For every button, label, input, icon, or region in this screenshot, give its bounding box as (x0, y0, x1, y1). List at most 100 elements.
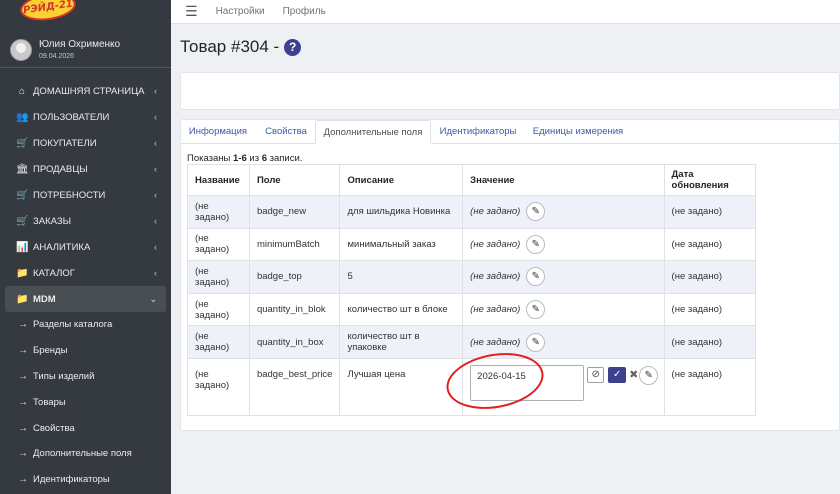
sidebar-item-home[interactable]: ⌂ ДОМАШНЯЯ СТРАНИЦА ‹ (0, 78, 171, 104)
pencil-icon: ✎ (531, 304, 540, 316)
sidebar-item-catalog[interactable]: 📁 КАТАЛОГ ‹ (0, 260, 171, 286)
check-icon: ✓ (612, 369, 622, 381)
column-header-updated[interactable]: Дата обновления (663, 164, 757, 196)
cell-updated: (не задано) (663, 195, 757, 229)
sidebar-item-label: ПОЛЬЗОВАТЕЛИ (33, 111, 110, 123)
sidebar-subitem-label: Типы изделий (33, 370, 95, 382)
table-row: (не задано) badge_top 5 (не задано) ✎ (не… (187, 260, 757, 294)
sidebar-subitem-product-types[interactable]: → Типы изделий (0, 364, 171, 390)
sidebar-item-buyers[interactable]: 🛒 ПОКУПАТЕЛИ ‹ (0, 130, 171, 156)
sidebar-item-label: ПОТРЕБНОСТИ (33, 189, 106, 201)
chevron-left-icon: ‹ (154, 268, 157, 278)
help-icon[interactable]: ? (284, 38, 302, 56)
topbar-link-profile[interactable]: Профиль (283, 6, 326, 17)
sidebar-item-analytics[interactable]: 📊 АНАЛИТИКА ‹ (0, 234, 171, 260)
tab-identifiers[interactable]: Идентификаторы (432, 120, 524, 144)
cell-description: количество шт в блоке (339, 292, 464, 327)
sidebar-item-users[interactable]: 👥 ПОЛЬЗОВАТЕЛИ ‹ (0, 104, 171, 130)
chevron-down-icon: ⌄ (149, 293, 157, 304)
sidebar-subitem-label: Разделы каталога (33, 319, 113, 331)
cell-value: (не задано) ✎ (462, 292, 665, 327)
users-icon: 👥 (16, 111, 29, 123)
column-header-value[interactable]: Значение (462, 164, 665, 196)
edit-value-button[interactable]: ✎ (526, 267, 546, 287)
column-header-field[interactable]: Поле (248, 164, 341, 196)
ban-icon: ⊘ (591, 369, 600, 381)
cart-icon: 🛒 (16, 137, 29, 149)
tab-properties[interactable]: Свойства (257, 120, 315, 144)
sidebar-subitem-catalog-sections[interactable]: → Разделы каталога (0, 312, 171, 338)
table-row: (не задано) badge_new для шильдика Новин… (187, 195, 757, 229)
edit-value-button[interactable]: ✎ (526, 300, 546, 320)
arrow-right-icon: → (18, 319, 28, 331)
table-row: (не задано) minimumBatch минимальный зак… (187, 227, 757, 262)
column-header-description[interactable]: Описание (339, 164, 464, 196)
edit-value-button[interactable]: ✎ (526, 202, 546, 222)
sidebar-item-needs[interactable]: 🛒 ПОТРЕБНОСТИ ‹ (0, 182, 171, 208)
sidebar: РЭЙД-21 Юлия Охрименко 09.04.2026 ⌂ ДОМАШ… (0, 0, 171, 494)
tab-extra-fields[interactable]: Дополнительные поля (315, 120, 431, 144)
chart-icon: 📊 (16, 241, 29, 253)
hamburger-icon[interactable]: ☰ (185, 3, 198, 20)
cell-field: badge_top (248, 260, 341, 294)
cell-name: (не задано) (187, 357, 250, 416)
home-icon: ⌂ (18, 85, 26, 97)
cell-updated: (не задано) (663, 325, 757, 359)
table-row: (не задано) quantity_in_box количество ш… (187, 325, 757, 359)
pencil-icon: ✎ (531, 271, 540, 283)
sidebar-subitem-properties[interactable]: → Свойства (0, 415, 171, 441)
cell-name: (не задано) (187, 195, 250, 229)
arrow-right-icon: → (18, 396, 28, 408)
edit-value-button[interactable]: ✎ (526, 234, 546, 254)
summary-mid: из (246, 153, 262, 164)
cell-description: 5 (339, 260, 464, 294)
cell-updated: (не задано) (663, 292, 757, 327)
tab-units[interactable]: Единицы измерения (524, 120, 632, 144)
summary-prefix: Показаны (187, 153, 234, 164)
value-text: (не задано) (470, 238, 521, 250)
sidebar-item-mdm[interactable]: 📁 MDM ⌄ (5, 286, 166, 312)
table-header-row: Название Поле Описание Значение Дата обн… (187, 164, 757, 196)
confirm-button[interactable]: ✓ (608, 366, 627, 383)
edit-value-button[interactable]: ✎ (639, 365, 659, 385)
page-title: Товар #304 - ? (180, 37, 302, 57)
brand: РЭЙД-21 (0, 0, 171, 24)
cell-name: (не задано) (187, 260, 250, 294)
tabs: Информация Свойства Дополнительные поля … (181, 120, 839, 144)
summary-suffix: записи. (267, 153, 303, 164)
sidebar-subitem-extra-fields[interactable]: → Дополнительные поля (0, 441, 171, 467)
sidebar-subitem-brands[interactable]: → Бренды (0, 338, 171, 364)
sidebar-item-orders[interactable]: 🛒 ЗАКАЗЫ ‹ (0, 208, 171, 234)
column-header-name[interactable]: Название (187, 164, 250, 196)
sidebar-subitem-products[interactable]: → Товары (0, 389, 171, 415)
reset-button[interactable]: ⊘ (587, 366, 605, 383)
summary-range: 1-6 (233, 153, 247, 164)
tab-info[interactable]: Информация (181, 120, 255, 144)
value-text: (не задано) (470, 206, 521, 218)
value-textarea[interactable]: 2026-04-15 (470, 364, 585, 401)
chevron-left-icon: ‹ (154, 164, 157, 174)
topbar-link-settings[interactable]: Настройки (216, 6, 265, 17)
sidebar-subitem-identifiers[interactable]: → Идентификаторы (0, 467, 171, 493)
folder-icon: 📁 (16, 293, 29, 305)
arrow-right-icon: → (18, 474, 28, 486)
cell-field: quantity_in_blok (248, 292, 341, 327)
inline-editor: 2026-04-15 ⊘ ✓ ✖ ✎ (470, 364, 659, 405)
chevron-left-icon: ‹ (154, 138, 157, 148)
sidebar-item-label: ЗАКАЗЫ (33, 215, 71, 227)
user-panel[interactable]: Юлия Охрименко 09.04.2026 (0, 32, 171, 68)
folder-icon: 📁 (16, 267, 29, 279)
brand-logo[interactable]: РЭЙД-21 (18, 0, 78, 24)
value-text: (не задано) (470, 336, 521, 348)
sidebar-item-sellers[interactable]: 🏛 ПРОДАВЦЫ ‹ (0, 156, 171, 182)
value-text: (не задано) (470, 304, 521, 316)
arrow-right-icon: → (18, 345, 28, 357)
topbar: ☰ Настройки Профиль (171, 0, 840, 24)
close-icon[interactable]: ✖ (629, 368, 638, 381)
cell-value: (не задано) ✎ (462, 325, 665, 359)
sidebar-item-label: АНАЛИТИКА (33, 241, 91, 253)
edit-value-button[interactable]: ✎ (526, 332, 546, 352)
pencil-icon: ✎ (531, 206, 540, 218)
user-name: Юлия Охрименко (39, 39, 121, 50)
cell-value: (не задано) ✎ (462, 227, 665, 262)
